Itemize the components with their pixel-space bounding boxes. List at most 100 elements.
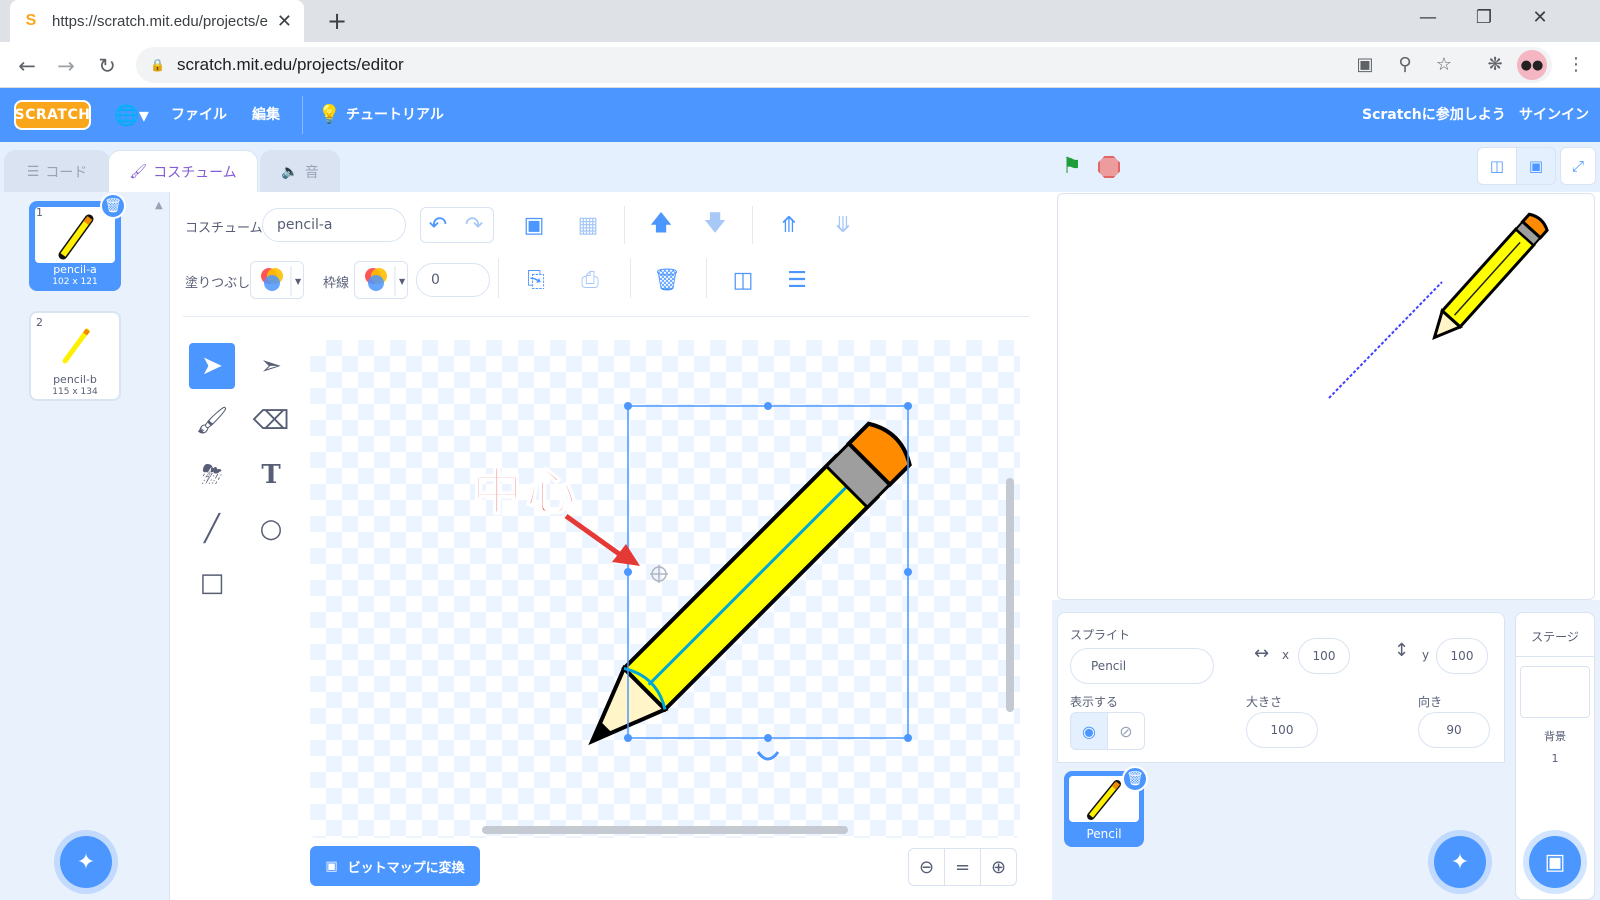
size-label: 大きさ xyxy=(1246,695,1283,709)
scratch-favicon-icon: S xyxy=(25,12,37,29)
costume-list-scroll-up-icon[interactable]: ▲ xyxy=(155,200,163,211)
tab-sounds[interactable]: 🔈 音 xyxy=(260,150,340,192)
ungroup-icon[interactable]: ▦ xyxy=(570,207,606,243)
large-stage-icon[interactable]: ▣ xyxy=(1516,147,1556,185)
convert-to-bitmap-button[interactable]: ▣ ビットマップに変換 xyxy=(310,846,480,886)
restore-window-icon[interactable]: ❐ xyxy=(1456,0,1512,36)
menu-tutorials[interactable]: チュートリアル xyxy=(346,100,444,130)
outline-color-swatch-icon: ▼ xyxy=(365,266,406,296)
costume-number: 2 xyxy=(36,316,43,329)
outline-width-input[interactable]: 0 xyxy=(416,263,490,297)
costume-item-2[interactable]: 2 pencil-b 115 x 134 xyxy=(29,311,121,401)
toolbar-underline xyxy=(183,316,1029,317)
tab-sounds-label: 音 xyxy=(304,164,319,181)
zoom-in-icon[interactable]: ⊕ xyxy=(980,848,1017,886)
direction-label: 向き xyxy=(1418,695,1443,709)
forward-arrow-icon[interactable]: → xyxy=(50,50,82,82)
select-tool-arrow-icon[interactable]: ➤ xyxy=(189,343,235,389)
fill-bucket-tool-icon[interactable]: ⛈ xyxy=(189,452,235,498)
minimize-window-icon[interactable]: — xyxy=(1400,0,1456,36)
tab-costumes-label: コスチューム xyxy=(153,164,237,181)
hide-sprite-eye-icon[interactable]: ⊘ xyxy=(1107,712,1145,750)
join-scratch-link[interactable]: Scratchに参加しよう xyxy=(1362,100,1506,130)
line-tool-icon[interactable]: ╱ xyxy=(189,506,235,552)
front-layer-icon[interactable]: ⤊ xyxy=(771,207,807,243)
flip-vertical-icon[interactable]: ☰ xyxy=(779,262,815,298)
tutorials-bulb-icon[interactable]: 💡 xyxy=(318,100,340,130)
green-flag-icon[interactable]: ⚑ xyxy=(1062,154,1082,179)
delete-costume-icon[interactable]: 🗑 xyxy=(100,193,126,219)
copy-icon[interactable]: ⎘ xyxy=(518,262,554,298)
menu-edit[interactable]: 編集 xyxy=(252,100,280,130)
costume-name-input[interactable]: pencil-a xyxy=(262,208,406,242)
profile-avatar[interactable]: ●● xyxy=(1517,50,1547,80)
zoom-icon[interactable]: ⚲ xyxy=(1391,51,1419,79)
toolbar-divider xyxy=(630,258,631,298)
direction-input[interactable]: 90 xyxy=(1418,712,1490,748)
undo-icon[interactable]: ↶ xyxy=(420,207,456,243)
outline-color-picker[interactable]: ▼ xyxy=(354,261,408,299)
show-sprite-eye-icon[interactable]: ◉ xyxy=(1070,712,1108,750)
text-tool-icon[interactable]: T xyxy=(248,452,294,498)
scratch-logo[interactable]: SCRATCH xyxy=(14,100,91,130)
costume-name: pencil-b xyxy=(53,373,97,386)
bookmark-star-icon[interactable]: ☆ xyxy=(1430,51,1458,79)
costume-name: pencil-a xyxy=(53,263,97,276)
outline-label: 枠線 xyxy=(323,276,350,291)
small-stage-icon[interactable]: ◫ xyxy=(1477,147,1517,185)
y-position-input[interactable]: 100 xyxy=(1436,638,1488,674)
redo-icon[interactable]: ↷ xyxy=(456,207,492,243)
back-arrow-icon[interactable]: ← xyxy=(11,50,43,82)
group-icon[interactable]: ▣ xyxy=(516,207,552,243)
tab-costumes[interactable]: 🖌 コスチューム xyxy=(108,150,258,192)
backward-layer-icon[interactable]: 🡇 xyxy=(697,207,733,243)
reload-icon[interactable]: ↻ xyxy=(91,50,123,82)
stage-canvas[interactable] xyxy=(1057,193,1595,600)
delete-sprite-icon[interactable]: 🗑 xyxy=(1122,766,1148,792)
tab-close-icon[interactable]: ✕ xyxy=(277,11,292,32)
close-window-icon[interactable]: ✕ xyxy=(1512,0,1568,36)
zoom-out-icon[interactable]: ⊖ xyxy=(908,848,945,886)
rotate-handle-icon[interactable] xyxy=(756,751,780,761)
fill-color-swatch-icon: ▼ xyxy=(261,266,302,296)
back-layer-icon[interactable]: ⤋ xyxy=(825,207,861,243)
canvas-vertical-scrollbar[interactable] xyxy=(1006,478,1014,712)
svg-text:▼: ▼ xyxy=(295,277,302,286)
browser-menu-icon[interactable]: ⋮ xyxy=(1562,51,1590,79)
x-position-input[interactable]: 100 xyxy=(1298,638,1350,674)
pencil-shape[interactable] xyxy=(572,417,916,761)
size-input[interactable]: 100 xyxy=(1246,712,1318,748)
eraser-tool-icon[interactable]: ⌫ xyxy=(248,398,294,444)
circle-tool-icon[interactable]: ○ xyxy=(248,506,294,552)
cast-icon[interactable]: ▣ xyxy=(1351,51,1379,79)
address-bar[interactable]: 🔒 scratch.mit.edu/projects/editor xyxy=(136,47,1552,83)
flip-horizontal-icon[interactable]: ◫ xyxy=(725,262,761,298)
address-bar-url: scratch.mit.edu/projects/editor xyxy=(176,55,404,74)
canvas-horizontal-scrollbar[interactable] xyxy=(482,826,848,834)
fill-color-picker[interactable]: ▼ xyxy=(250,261,304,299)
sprite-name-input[interactable]: Pencil xyxy=(1070,648,1214,684)
choose-sprite-cat-icon[interactable]: ✦ xyxy=(1434,836,1486,888)
tab-code[interactable]: ☰ コード xyxy=(4,150,110,192)
delete-trash-icon[interactable]: 🗑 xyxy=(649,262,685,298)
choose-costume-cat-icon[interactable]: ✦ xyxy=(60,836,112,888)
stop-sign-icon[interactable] xyxy=(1098,156,1120,178)
forward-layer-icon[interactable]: 🡅 xyxy=(643,207,679,243)
rectangle-tool-icon[interactable]: □ xyxy=(189,560,235,606)
zoom-reset-icon[interactable]: = xyxy=(944,848,981,886)
x-label: x xyxy=(1282,648,1290,662)
language-globe-icon[interactable]: 🌐▾ xyxy=(114,100,149,130)
fullscreen-icon[interactable]: ⤢ xyxy=(1560,147,1596,185)
new-tab-button[interactable]: + xyxy=(322,5,352,37)
brush-tool-icon[interactable]: 🖌 xyxy=(189,398,235,444)
choose-backdrop-icon[interactable]: ▣ xyxy=(1529,836,1581,888)
browser-tab[interactable]: S https://scratch.mit.edu/projects/e ✕ xyxy=(10,0,304,42)
lock-icon: 🔒 xyxy=(150,58,165,72)
reshape-tool-icon[interactable]: ➣ xyxy=(248,343,294,389)
stage-pencil-sprite[interactable] xyxy=(1426,212,1550,346)
paste-icon[interactable]: ⎙ xyxy=(572,262,608,298)
extensions-puzzle-icon[interactable]: ❋ xyxy=(1481,51,1509,79)
sign-in-link[interactable]: サインイン xyxy=(1519,100,1589,130)
menu-file[interactable]: ファイル xyxy=(171,100,227,130)
paint-canvas[interactable] xyxy=(310,340,1020,838)
